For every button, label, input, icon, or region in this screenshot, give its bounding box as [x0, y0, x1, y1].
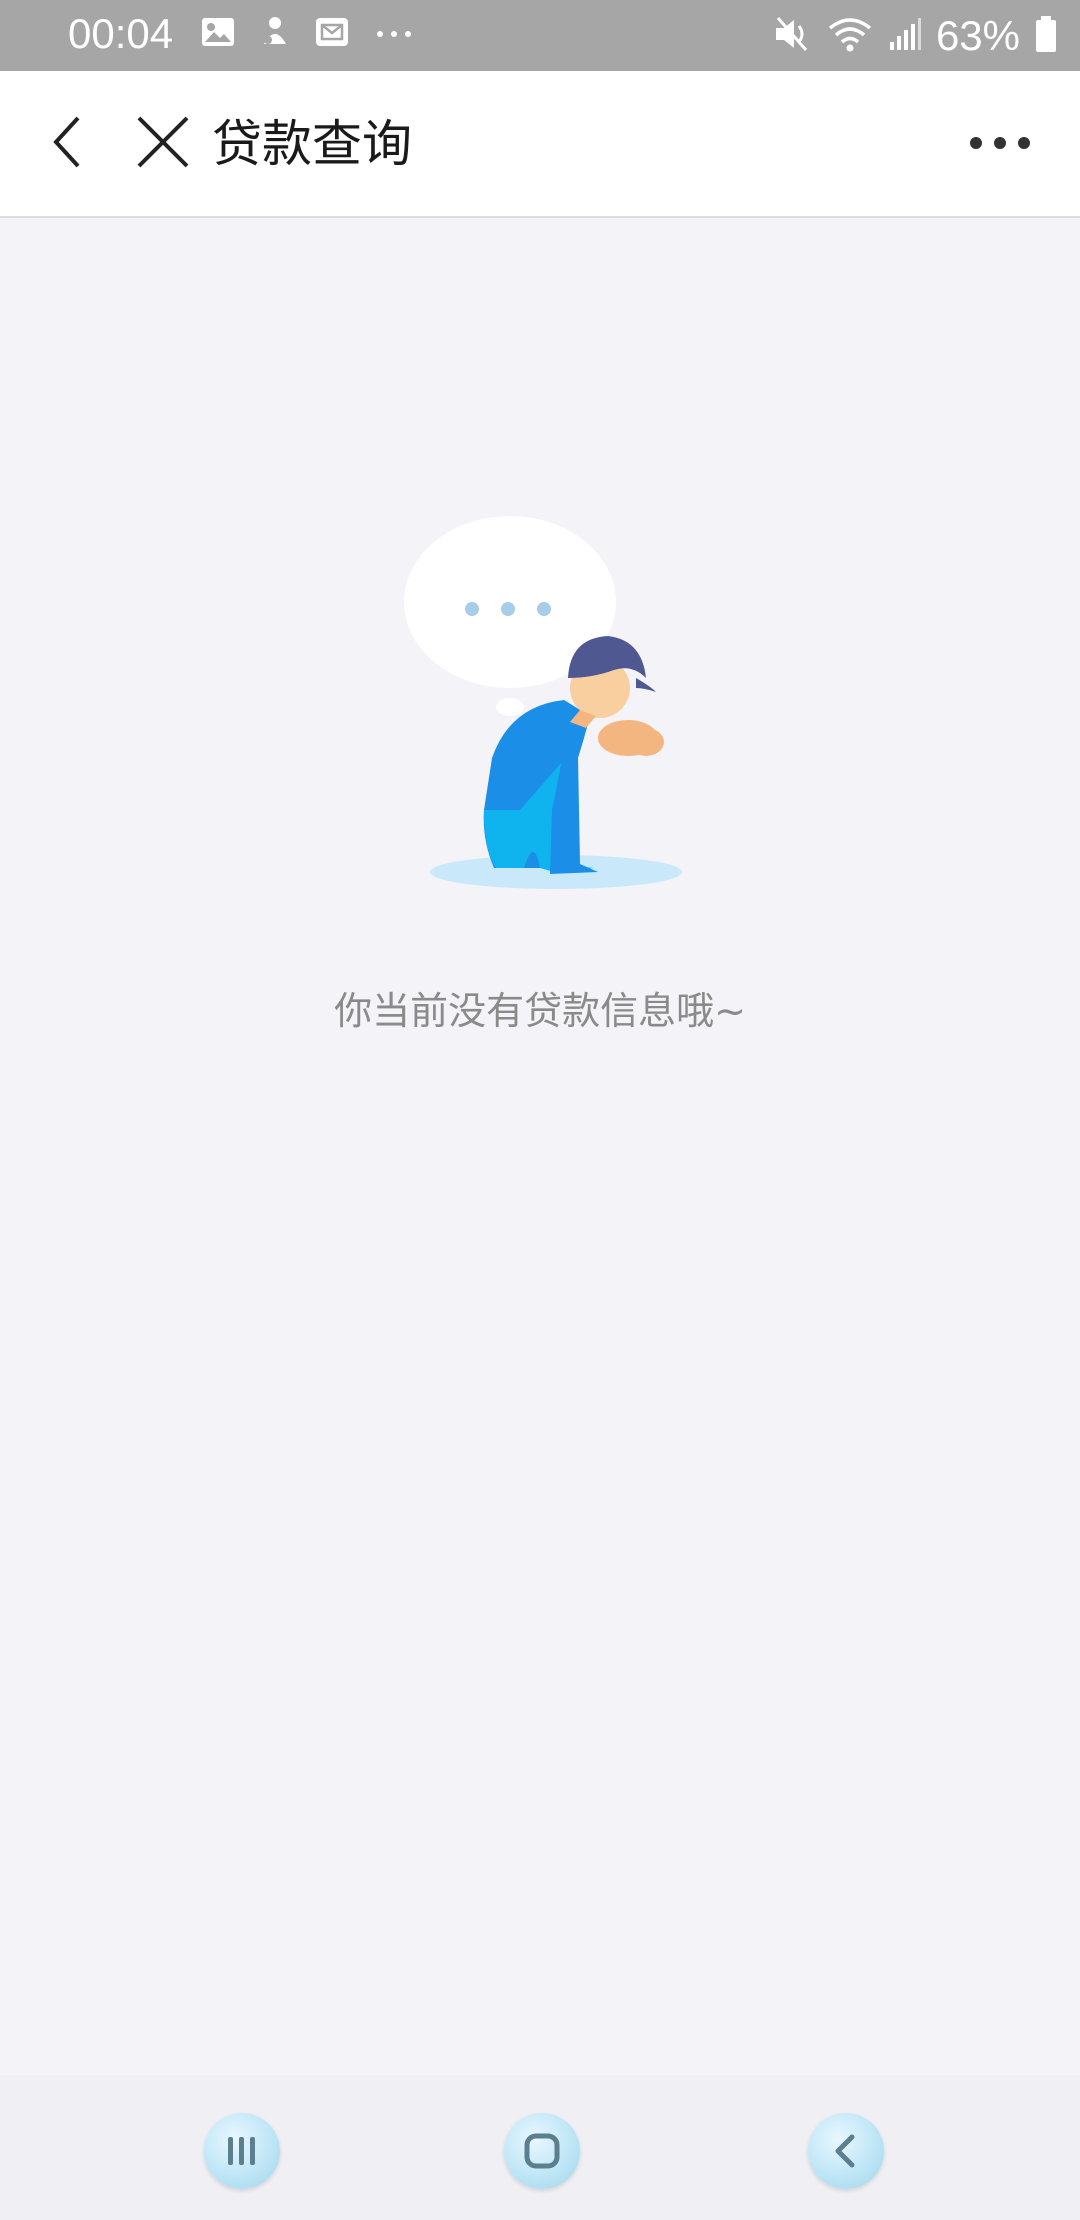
- battery-percent: 63%: [935, 12, 1020, 59]
- status-icons-right: 63%: [772, 12, 1058, 60]
- more-dots-icon: [372, 16, 416, 52]
- system-back-icon: [835, 2134, 855, 2168]
- thought-bubble-tail: [496, 698, 524, 716]
- empty-state-message: 你当前没有贷款信息哦~: [334, 989, 746, 1033]
- back-arrow-icon: [53, 116, 80, 168]
- bubble-dot-3: [537, 602, 551, 616]
- status-time: 00:04: [68, 10, 174, 57]
- page-title: 贷款查询: [212, 115, 412, 173]
- notification-icon: [258, 14, 292, 54]
- recent-apps-button[interactable]: [204, 2113, 280, 2189]
- system-navigation-bar: [0, 2075, 1080, 2220]
- recent-apps-icon: [228, 2137, 255, 2165]
- wifi-icon: [826, 14, 874, 58]
- more-options-button[interactable]: [960, 115, 1040, 171]
- nav-bar: 贷款查询: [0, 71, 1080, 218]
- empty-state-illustration: [400, 510, 690, 900]
- back-button[interactable]: [38, 107, 98, 177]
- more-horizontal-icon: [970, 137, 1030, 149]
- mute-icon: [772, 14, 812, 58]
- status-icons-left: [200, 14, 416, 54]
- battery-icon: [1034, 14, 1058, 58]
- home-icon: [524, 2133, 560, 2169]
- person-hair-tip: [636, 678, 656, 692]
- signal-icon: [888, 16, 922, 56]
- bubble-dot-2: [501, 602, 515, 616]
- person-hand: [628, 728, 664, 756]
- close-button[interactable]: [128, 107, 198, 177]
- home-button[interactable]: [504, 2113, 580, 2189]
- close-icon: [137, 116, 189, 168]
- system-back-button[interactable]: [808, 2113, 884, 2189]
- bubble-dot-1: [465, 602, 479, 616]
- image-icon: [200, 16, 236, 52]
- mail-icon: [314, 16, 350, 52]
- status-bar: 00:04 63%: [0, 0, 1080, 71]
